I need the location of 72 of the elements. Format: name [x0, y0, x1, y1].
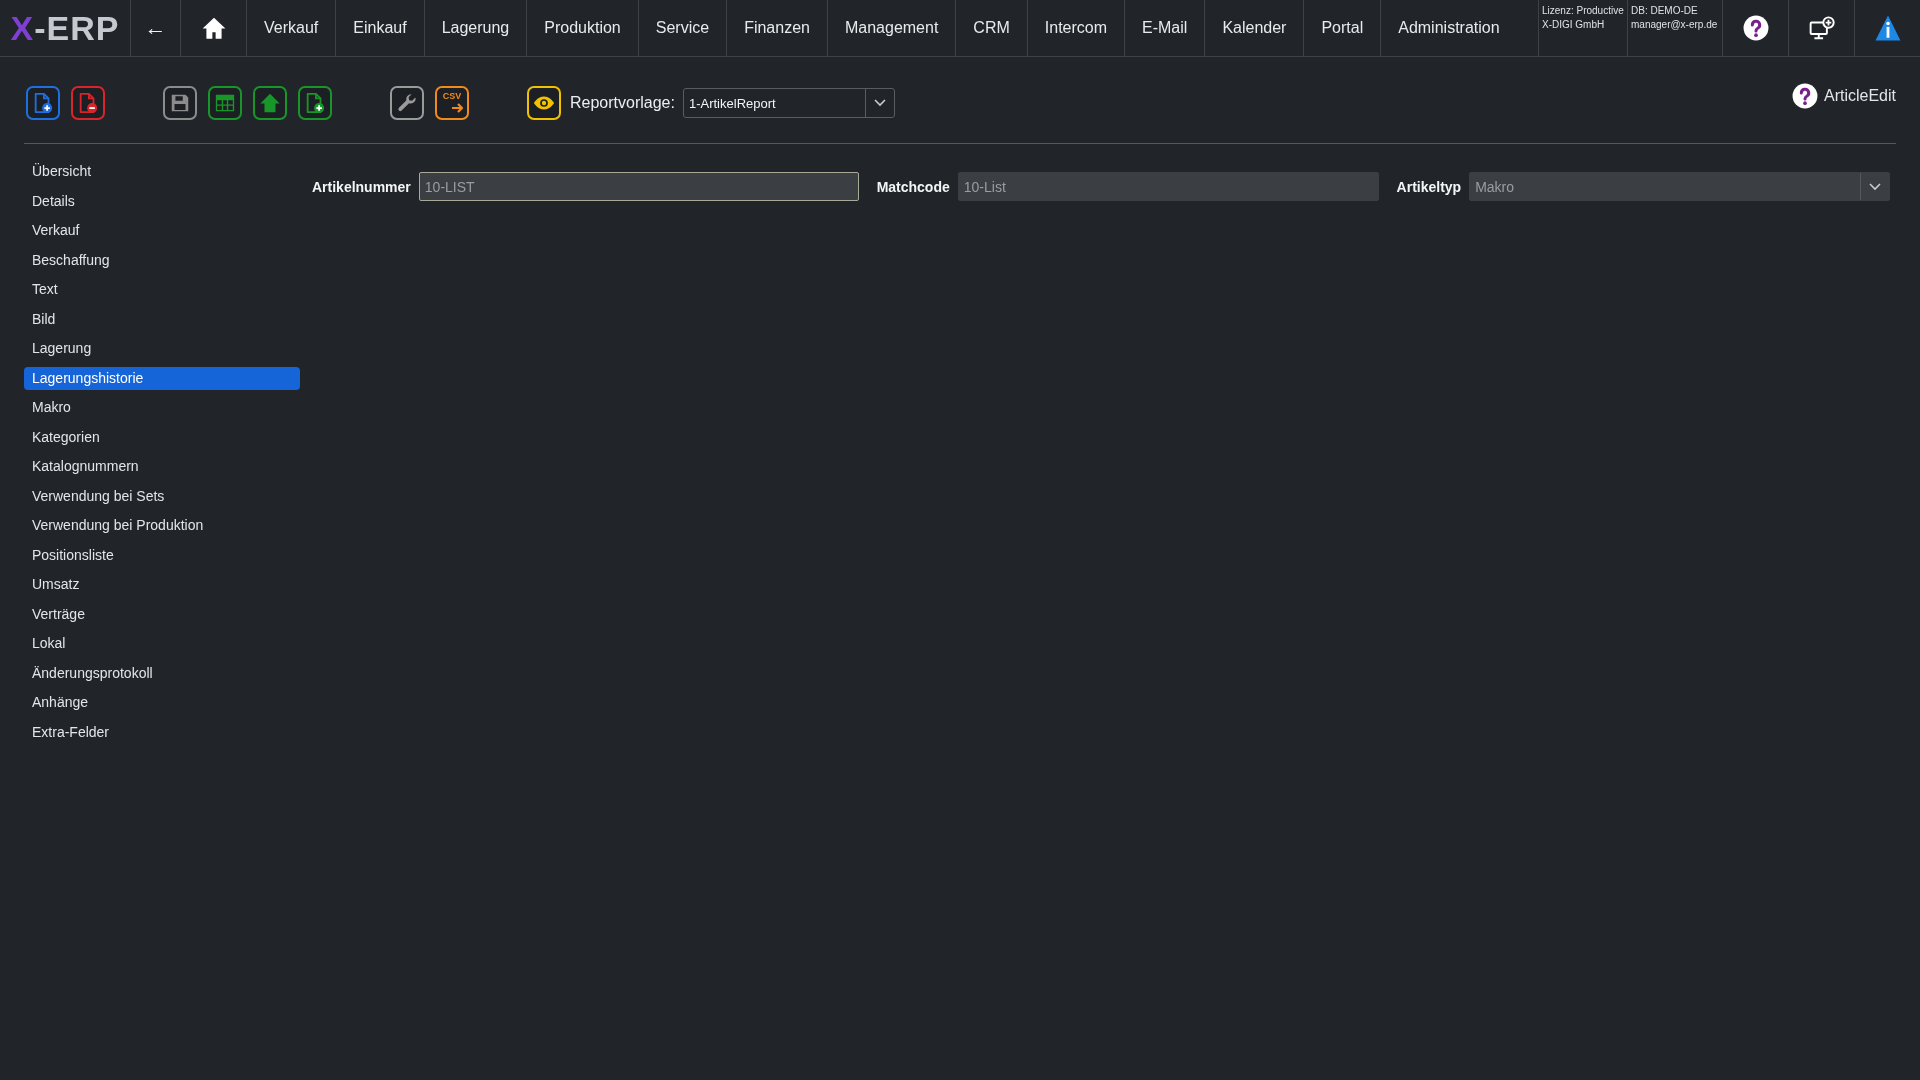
delete-document-button[interactable]	[71, 86, 105, 120]
preview-button[interactable]	[527, 86, 561, 120]
sidebar-item[interactable]: Umsatz	[24, 573, 300, 596]
app-logo[interactable]: X-ERP	[10, 8, 120, 48]
caret-icon	[873, 99, 886, 107]
database-name: DB: DEMO-DE	[1631, 4, 1698, 18]
menu-item[interactable]: CRM	[956, 0, 1028, 56]
sidebar-item[interactable]: Details	[24, 189, 300, 213]
dropdown-select[interactable]: Makro	[1469, 172, 1890, 201]
up-arrow-icon	[259, 92, 281, 114]
sidebar-item[interactable]: Text	[24, 278, 300, 301]
company-name: X-DIGI GmbH	[1542, 18, 1605, 32]
sidebar-item[interactable]: Lagerung	[24, 337, 300, 360]
settings-button[interactable]	[390, 86, 424, 120]
save-button[interactable]	[163, 86, 197, 120]
arrow-icon	[451, 102, 463, 114]
save-icon	[169, 92, 191, 114]
menu-item[interactable]: E-Mail	[1125, 0, 1206, 56]
menu-item[interactable]: Finanzen	[727, 0, 828, 56]
menu-item[interactable]: Kalender	[1205, 0, 1305, 56]
caret-icon	[1869, 182, 1881, 191]
csv-export-button[interactable]: CSV	[435, 86, 469, 120]
sidebar-item[interactable]: Änderungsprotokoll	[24, 661, 300, 685]
sidebar-item[interactable]: Katalognummern	[24, 455, 300, 478]
menu-item[interactable]: Einkauf	[336, 0, 425, 56]
menu-item[interactable]: Produktion	[527, 0, 639, 56]
menu-item[interactable]: Administration	[1381, 0, 1517, 56]
home-icon	[200, 15, 227, 41]
user-email: manager@x-erp.de	[1631, 18, 1718, 32]
help-icon[interactable]	[1791, 83, 1818, 109]
wrench-icon	[396, 92, 418, 114]
info-icon	[1874, 15, 1901, 41]
sidebar-item[interactable]: Anhänge	[24, 691, 300, 714]
menu-item[interactable]: Management	[827, 0, 957, 56]
file-minus-icon	[77, 92, 99, 114]
field-label: Artikelnummer	[312, 178, 411, 195]
text-input[interactable]: 10-LIST	[418, 172, 859, 201]
sidebar-item[interactable]: Makro	[24, 396, 300, 419]
menu-item[interactable]: Lagerung	[424, 0, 528, 56]
menu-item[interactable]: Portal	[1304, 0, 1382, 56]
field-label: Artikeltyp	[1396, 178, 1462, 195]
file-plus-icon	[304, 92, 326, 114]
add-document-button[interactable]	[298, 86, 332, 120]
sidebar-item[interactable]: Extra-Felder	[24, 720, 300, 744]
new-document-button[interactable]	[26, 86, 60, 120]
menu-item[interactable]: Intercom	[1027, 0, 1126, 56]
page-title: ArticleEdit	[1823, 87, 1896, 105]
monitor-plus-icon	[1808, 15, 1835, 41]
sidebar-item[interactable]: Positionsliste	[24, 543, 300, 567]
sidebar-item[interactable]: Verwendung bei Produktion	[24, 514, 300, 537]
back-button[interactable]: ←	[131, 0, 181, 56]
menu-item[interactable]: Verkauf	[247, 0, 337, 56]
sidebar-item[interactable]: Lokal	[24, 632, 300, 655]
sidebar-item[interactable]: Lagerungshistorie	[24, 366, 300, 390]
help-icon	[1742, 15, 1769, 41]
sidebar-item[interactable]: Verträge	[24, 602, 300, 626]
report-label: Reportvorlage:	[570, 94, 675, 112]
sidebar-item[interactable]: Bild	[24, 307, 300, 331]
license-type: Lizenz: Productive	[1542, 4, 1624, 18]
text-input[interactable]: 10-List	[957, 172, 1379, 201]
sidebar-item[interactable]: Übersicht	[24, 160, 300, 183]
table-button[interactable]	[208, 86, 242, 120]
field-label: Matchcode	[876, 178, 950, 195]
sidebar-item[interactable]: Verwendung bei Sets	[24, 484, 300, 508]
file-plus-icon	[32, 92, 54, 114]
menu-item[interactable]: Service	[638, 0, 728, 56]
upload-button[interactable]	[253, 86, 287, 120]
sidebar-item[interactable]: Beschaffung	[24, 248, 300, 272]
sidebar-item[interactable]: Kategorien	[24, 425, 300, 449]
table-icon	[214, 92, 236, 114]
report-select[interactable]: 1-ArtikelReport	[682, 88, 895, 118]
sidebar-item[interactable]: Verkauf	[24, 219, 300, 242]
